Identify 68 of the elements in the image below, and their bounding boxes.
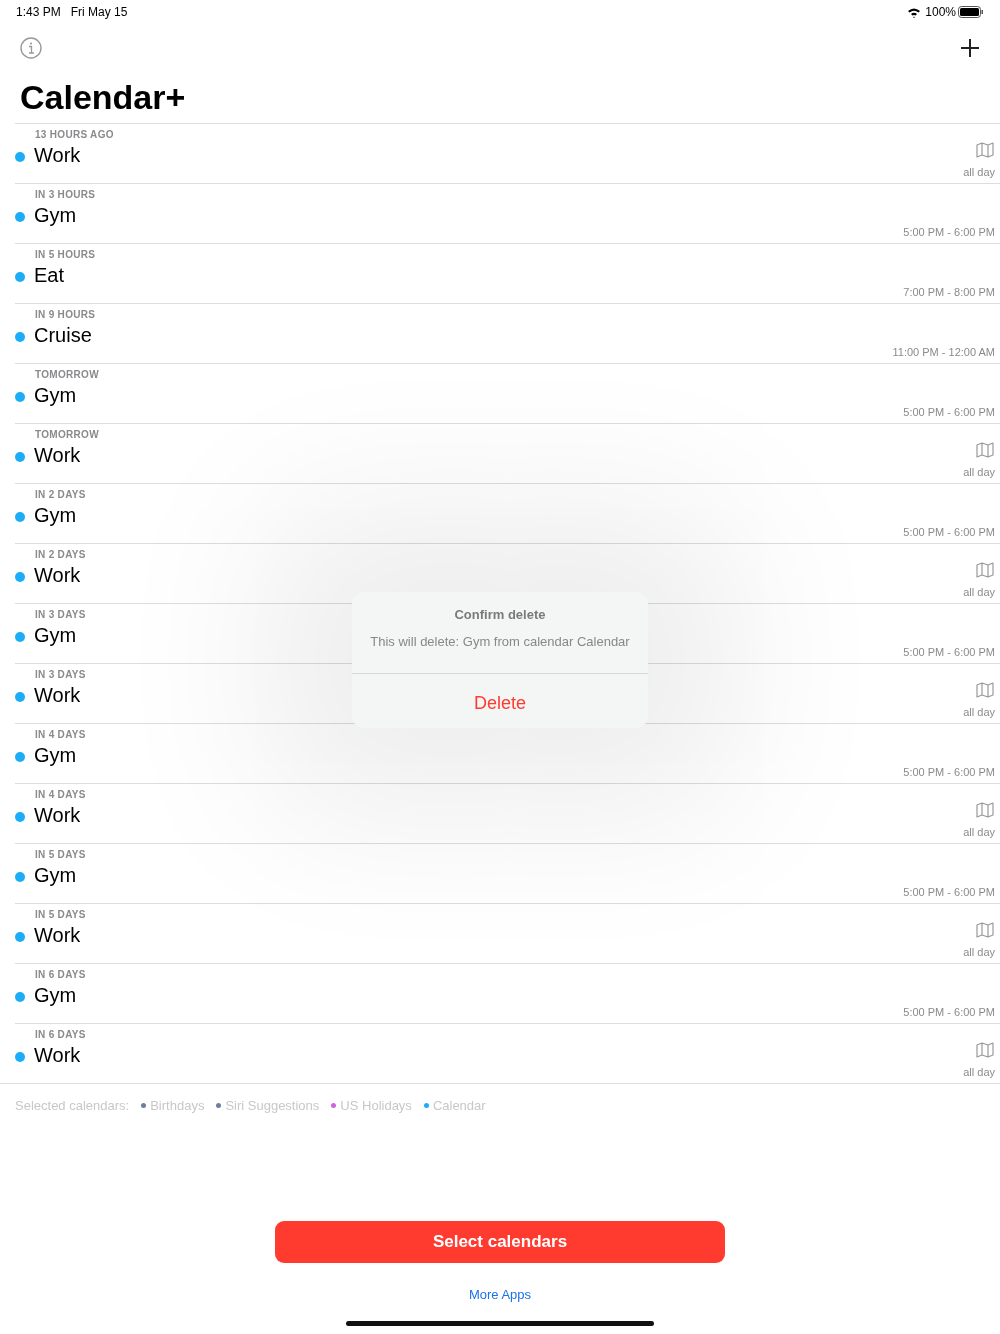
relative-time: IN 2 DAYS (35, 549, 86, 560)
relative-time: IN 4 DAYS (35, 729, 86, 740)
relative-time: IN 5 DAYS (35, 909, 86, 920)
event-title: Work (34, 564, 81, 587)
relative-time: TOMORROW (35, 429, 99, 440)
event-title: Gym (34, 384, 77, 407)
event-time: all day (963, 466, 995, 478)
relative-time: IN 4 DAYS (35, 789, 86, 800)
relative-time: IN 6 DAYS (35, 969, 86, 980)
event-time: 5:00 PM - 6:00 PM (903, 406, 995, 418)
event-title: Gym (34, 624, 77, 647)
map-icon (976, 142, 994, 158)
relative-time: 13 HOURS AGO (35, 129, 114, 140)
map-icon (976, 802, 994, 818)
wifi-icon (907, 6, 922, 18)
event-time: 5:00 PM - 6:00 PM (903, 766, 995, 778)
event-time: 5:00 PM - 6:00 PM (903, 526, 995, 538)
event-title: Eat (34, 264, 65, 287)
event-time: all day (963, 706, 995, 718)
event-time: 5:00 PM - 6:00 PM (903, 1006, 995, 1018)
dialog-message: This will delete: Gym from calendar Calendar (370, 634, 630, 649)
relative-time: IN 2 DAYS (35, 489, 86, 500)
event-title: Gym (34, 984, 77, 1007)
battery-level: 100% (925, 5, 956, 19)
relative-time: IN 6 DAYS (35, 1029, 86, 1040)
map-icon (976, 922, 994, 938)
event-title: Work (34, 804, 81, 827)
event-title: Gym (34, 204, 77, 227)
event-title: Gym (34, 864, 77, 887)
dialog-title: Confirm delete (454, 607, 546, 622)
add-icon[interactable] (960, 38, 980, 58)
event-title: Cruise (34, 324, 92, 347)
event-time: 11:00 PM - 12:00 AM (892, 346, 995, 358)
more-apps-link[interactable]: More Apps (468, 1287, 532, 1302)
map-icon (976, 1042, 994, 1058)
relative-time: IN 3 DAYS (35, 669, 86, 680)
relative-time: IN 5 HOURS (35, 249, 96, 260)
status-date: Fri May 15 (70, 5, 128, 19)
relative-time: IN 3 HOURS (35, 189, 96, 200)
event-time: all day (963, 1066, 995, 1078)
status-time: 1:43 PM (16, 5, 61, 19)
relative-time: TOMORROW (35, 369, 99, 380)
map-icon (976, 442, 994, 458)
relative-time: IN 3 DAYS (35, 609, 86, 620)
map-icon (976, 562, 994, 578)
select-calendars-button[interactable]: Select calendars (275, 1221, 725, 1263)
event-title: Work (34, 684, 81, 707)
event-title: Gym (34, 744, 77, 767)
event-title: Work (34, 924, 81, 947)
event-title: Work (34, 144, 81, 167)
event-time: 5:00 PM - 6:00 PM (903, 886, 995, 898)
event-title: Work (34, 1044, 81, 1067)
event-time: 7:00 PM - 8:00 PM (903, 286, 995, 298)
event-time: all day (963, 826, 995, 838)
map-icon (976, 682, 994, 698)
page-title: Calendar+ (19, 77, 187, 118)
event-time: all day (963, 586, 995, 598)
battery-icon (958, 6, 984, 18)
relative-time: IN 5 DAYS (35, 849, 86, 860)
info-icon[interactable] (20, 37, 42, 59)
event-time: all day (963, 946, 995, 958)
event-time: all day (963, 166, 995, 178)
delete-button[interactable]: Delete (352, 678, 648, 728)
event-title: Gym (34, 504, 77, 527)
event-time: 5:00 PM - 6:00 PM (903, 226, 995, 238)
event-time: 5:00 PM - 6:00 PM (903, 646, 995, 658)
event-title: Work (34, 444, 81, 467)
relative-time: IN 9 HOURS (35, 309, 96, 320)
